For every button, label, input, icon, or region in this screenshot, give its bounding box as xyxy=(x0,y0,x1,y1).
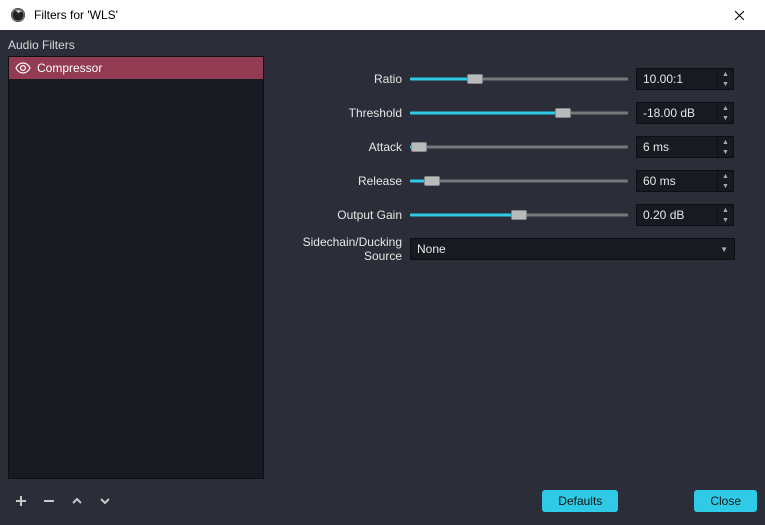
attack-slider[interactable] xyxy=(410,138,628,156)
stepper-down-icon[interactable]: ▼ xyxy=(718,79,733,89)
sidechain-dropdown[interactable]: None ▼ xyxy=(410,238,735,260)
stepper-down-icon[interactable]: ▼ xyxy=(718,113,733,123)
close-button[interactable]: Close xyxy=(694,490,757,512)
titlebar: Filters for 'WLS' xyxy=(0,0,765,30)
threshold-value-input[interactable]: -18.00 dB ▲▼ xyxy=(636,102,734,124)
stepper-up-icon[interactable]: ▲ xyxy=(718,171,733,181)
visibility-icon[interactable] xyxy=(15,60,31,76)
stepper-down-icon[interactable]: ▼ xyxy=(718,147,733,157)
output-gain-slider[interactable] xyxy=(410,206,628,224)
stepper-up-icon[interactable]: ▲ xyxy=(718,137,733,147)
stepper-up-icon[interactable]: ▲ xyxy=(718,69,733,79)
output-gain-value-input[interactable]: 0.20 dB ▲▼ xyxy=(636,204,734,226)
threshold-slider[interactable] xyxy=(410,104,628,122)
obs-logo-icon xyxy=(10,7,26,23)
window-close-button[interactable] xyxy=(719,0,759,30)
attack-label: Attack xyxy=(274,140,402,154)
filter-list-tools xyxy=(8,492,114,510)
stepper-down-icon[interactable]: ▼ xyxy=(718,181,733,191)
threshold-label: Threshold xyxy=(274,106,402,120)
add-filter-button[interactable] xyxy=(12,492,30,510)
filter-list[interactable]: Compressor xyxy=(8,56,264,479)
remove-filter-button[interactable] xyxy=(40,492,58,510)
chevron-down-icon: ▼ xyxy=(720,245,728,254)
release-value-input[interactable]: 60 ms ▲▼ xyxy=(636,170,734,192)
ratio-label: Ratio xyxy=(274,72,402,86)
release-slider[interactable] xyxy=(410,172,628,190)
move-down-button[interactable] xyxy=(96,492,114,510)
ratio-slider[interactable] xyxy=(410,70,628,88)
release-label: Release xyxy=(274,174,402,188)
stepper-up-icon[interactable]: ▲ xyxy=(718,205,733,215)
output-gain-label: Output Gain xyxy=(274,208,402,222)
stepper-up-icon[interactable]: ▲ xyxy=(718,103,733,113)
audio-filters-label: Audio Filters xyxy=(8,38,757,52)
sidechain-label: Sidechain/Ducking Source xyxy=(274,235,402,263)
stepper-down-icon[interactable]: ▼ xyxy=(718,215,733,225)
window-title: Filters for 'WLS' xyxy=(34,8,719,22)
attack-value-input[interactable]: 6 ms ▲▼ xyxy=(636,136,734,158)
move-up-button[interactable] xyxy=(68,492,86,510)
defaults-button[interactable]: Defaults xyxy=(542,490,618,512)
parameters-panel: Ratio 10.00:1 ▲▼ Threshold xyxy=(274,56,757,479)
filter-item-label: Compressor xyxy=(37,61,102,75)
ratio-value-input[interactable]: 10.00:1 ▲▼ xyxy=(636,68,734,90)
filter-item-compressor[interactable]: Compressor xyxy=(9,57,263,79)
